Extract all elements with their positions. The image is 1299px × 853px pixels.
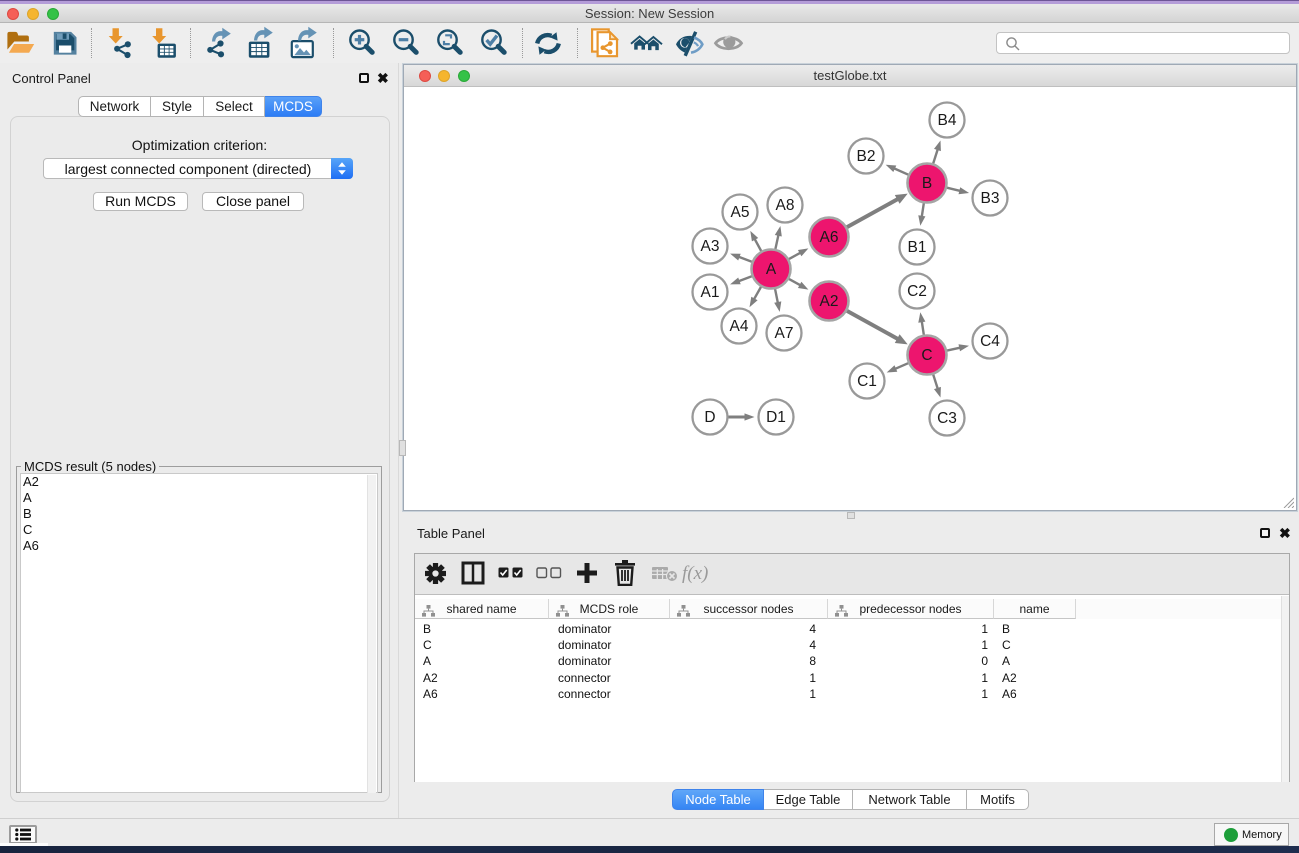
- svg-text:A7: A7: [775, 325, 794, 342]
- svg-text:A3: A3: [701, 238, 720, 255]
- svg-text:B: B: [922, 175, 932, 192]
- svg-text:C3: C3: [937, 410, 957, 427]
- svg-text:A8: A8: [776, 197, 795, 214]
- svg-text:A: A: [766, 261, 777, 278]
- svg-text:B3: B3: [981, 190, 1000, 207]
- svg-text:A5: A5: [731, 204, 750, 221]
- svg-text:C2: C2: [907, 283, 927, 300]
- svg-text:C: C: [921, 347, 932, 364]
- svg-text:A1: A1: [701, 284, 720, 301]
- svg-text:B2: B2: [857, 148, 876, 165]
- svg-text:D: D: [704, 409, 715, 426]
- svg-text:A6: A6: [820, 229, 839, 246]
- svg-text:A2: A2: [820, 293, 839, 310]
- svg-text:f(x): f(x): [682, 563, 708, 584]
- svg-text:B1: B1: [908, 239, 927, 256]
- svg-text:B4: B4: [938, 112, 957, 129]
- svg-text:C1: C1: [857, 373, 877, 390]
- svg-text:A4: A4: [730, 318, 749, 335]
- svg-text:D1: D1: [766, 409, 786, 426]
- svg-text:C4: C4: [980, 333, 1000, 350]
